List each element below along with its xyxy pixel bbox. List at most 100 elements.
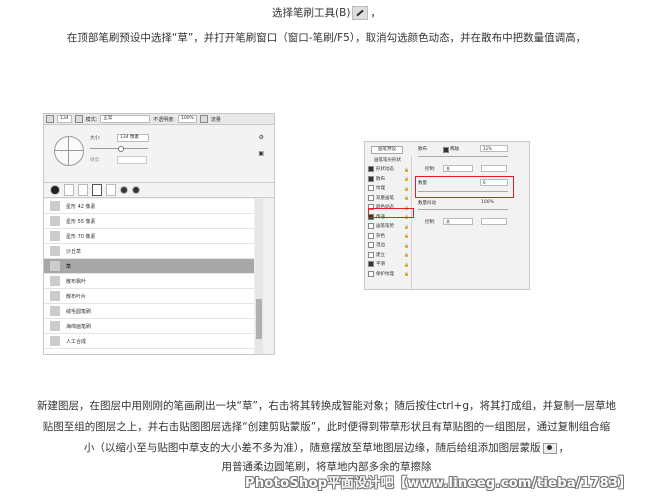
recent-brushes-strip <box>44 182 274 198</box>
layer-mask-icon <box>542 442 557 454</box>
soft-round-brush-icon[interactable] <box>50 185 60 195</box>
lock-icon[interactable]: 🔒 <box>404 176 409 181</box>
instruction-line-4: 贴图至组的图层之上，并右击贴图图层选择“创建剪贴蒙版”，此时便得到带草形状且有草… <box>42 421 611 433</box>
preset-row[interactable]: 海绵画笔刷 <box>44 319 254 334</box>
control-aux-input[interactable] <box>481 165 507 172</box>
brush-thumbnail-icon <box>50 216 60 226</box>
count-jitter-slider[interactable] <box>418 209 508 210</box>
brush-category-item[interactable]: 保护纹理 🔒 <box>368 270 411 277</box>
scrollbar-thumb[interactable] <box>256 299 262 339</box>
scatter-slider[interactable] <box>418 156 508 157</box>
brush-thumbnail-icon <box>50 336 60 346</box>
brush-panel-toggle-icon[interactable] <box>74 115 83 123</box>
brush-category-item[interactable]: 画笔笔势 🔒 <box>368 223 411 230</box>
size-label: 大小: <box>90 136 101 141</box>
category-label: 散布 <box>376 176 385 182</box>
brush-thumbnail-icon <box>50 306 60 316</box>
preset-label: 绒毛圆笔刷 <box>66 308 92 315</box>
preset-row[interactable]: 星形 70 像素 <box>44 229 254 244</box>
control-select-2[interactable]: 关 <box>443 218 473 225</box>
brush-category-item[interactable]: 建立 🔒 <box>368 251 411 258</box>
lock-icon[interactable]: 🔒 <box>404 233 409 238</box>
brush-preset-screenshot: 134 模式: 正常 不透明度: 100% 流量 大小: 134 像素 硬度: … <box>43 113 275 355</box>
count-highlight-box <box>415 176 514 198</box>
preset-label: 草 <box>66 263 72 270</box>
brush-icon[interactable] <box>46 115 54 123</box>
preset-row[interactable]: 星形 55 像素 <box>44 214 254 229</box>
size-input[interactable]: 134 像素 <box>117 134 149 142</box>
category-checkbox[interactable] <box>368 251 374 258</box>
instruction-suffix: ， <box>558 442 570 454</box>
lock-icon[interactable]: 🔒 <box>404 167 409 172</box>
recent-brush-thumb[interactable] <box>106 184 116 196</box>
hard-round-brush-icon[interactable] <box>120 186 128 194</box>
control-label-2: 控制: <box>425 220 436 225</box>
recent-brush-thumb[interactable] <box>78 184 88 196</box>
preset-row[interactable]: 星形 42 像素 <box>44 199 254 214</box>
both-axes-checkbox[interactable] <box>443 147 449 153</box>
brush-thumbnail-icon <box>50 201 60 211</box>
category-label: 建立 <box>376 252 385 258</box>
hard-round-brush-icon[interactable] <box>132 186 140 194</box>
brush-category-item[interactable]: 湿边 🔒 <box>368 242 411 249</box>
lock-icon[interactable]: 🔒 <box>404 243 409 248</box>
lock-icon[interactable]: 🔒 <box>404 252 409 257</box>
preset-list-scrollbar[interactable] <box>255 199 263 354</box>
category-label: 双重画笔 <box>376 195 394 201</box>
category-checkbox[interactable] <box>368 261 374 267</box>
brush-category-item[interactable]: 杂色 🔒 <box>368 232 411 239</box>
category-checkbox[interactable] <box>368 175 374 182</box>
brush-thumbnail-icon <box>50 231 60 241</box>
brush-category-item[interactable]: 纹理 🔒 <box>368 185 411 192</box>
brush-category-item[interactable]: 形状动态 🔒 <box>368 166 411 173</box>
new-preset-icon[interactable]: ▣ <box>258 150 264 157</box>
category-checkbox[interactable] <box>368 223 374 229</box>
brush-category-item[interactable]: 画笔笔尖形状 <box>374 156 417 163</box>
preset-row[interactable]: 人工合成 <box>44 334 254 349</box>
category-label: 纹理 <box>376 186 385 191</box>
mode-select[interactable]: 正常 <box>100 115 151 123</box>
preset-row[interactable]: 散布枫叶 <box>44 274 254 289</box>
brush-size-indicator[interactable]: 134 <box>57 115 72 123</box>
category-checkbox[interactable] <box>368 242 374 248</box>
category-checkbox[interactable] <box>368 166 374 172</box>
category-checkbox[interactable] <box>368 185 374 191</box>
count-jitter-value: 100% <box>481 200 494 205</box>
size-slider-handle[interactable] <box>118 146 124 152</box>
brush-thumbnail-icon <box>50 276 60 286</box>
flow-label: 流量 <box>210 116 221 123</box>
lock-icon[interactable]: 🔒 <box>404 186 409 191</box>
brush-category-item[interactable]: 散布 🔒 <box>368 175 411 182</box>
pressure-opacity-icon[interactable] <box>199 115 208 123</box>
preset-row[interactable]: 沙丘草 <box>44 244 254 259</box>
category-checkbox[interactable] <box>368 232 374 239</box>
category-checkbox[interactable] <box>368 194 374 201</box>
lock-icon[interactable]: 🔒 <box>404 271 409 276</box>
category-label: 保护纹理 <box>376 271 394 277</box>
recent-brush-thumb[interactable] <box>64 184 74 196</box>
instruction-text: 小（以缩小至与贴图中草支的大小差不多为准），随意摆放至草地图层边缘，随后给组添加… <box>83 442 541 454</box>
opacity-input[interactable]: 100% <box>177 115 197 123</box>
lock-icon[interactable]: 🔒 <box>404 224 409 229</box>
lock-icon[interactable]: 🔒 <box>404 262 409 267</box>
preset-label: 星形 55 像素 <box>66 218 96 225</box>
preset-row[interactable]: 草 <box>44 259 254 274</box>
brush-category-item[interactable]: 平滑 🔒 <box>368 261 411 268</box>
brush-category-item[interactable]: 双重画笔 🔒 <box>368 194 411 201</box>
brush-tool-icon <box>352 6 369 20</box>
preset-row[interactable]: 散布叶片 <box>44 289 254 304</box>
preset-label: 海绵画笔刷 <box>66 323 92 330</box>
hardness-input[interactable] <box>117 156 147 164</box>
scatter-input[interactable]: 22% <box>480 145 508 152</box>
preset-row[interactable]: 绒毛圆笔刷 <box>44 304 254 319</box>
gear-icon[interactable]: ⚙ <box>259 134 264 141</box>
category-label: 平滑 <box>376 262 385 267</box>
brush-preset-list: 星形 42 像素星形 55 像素星形 70 像素 沙丘草草散布枫叶 散布叶片绒毛圆笔… <box>44 199 254 354</box>
recent-brush-thumb-selected[interactable] <box>92 184 102 196</box>
brush-thumbnail-icon <box>50 261 60 271</box>
brush-presets-button[interactable]: 画笔预设 <box>371 146 403 154</box>
control-select[interactable]: 关 <box>443 165 473 172</box>
category-checkbox[interactable] <box>368 270 374 277</box>
lock-icon[interactable]: 🔒 <box>404 195 409 200</box>
control-aux-input-2[interactable] <box>481 218 507 225</box>
